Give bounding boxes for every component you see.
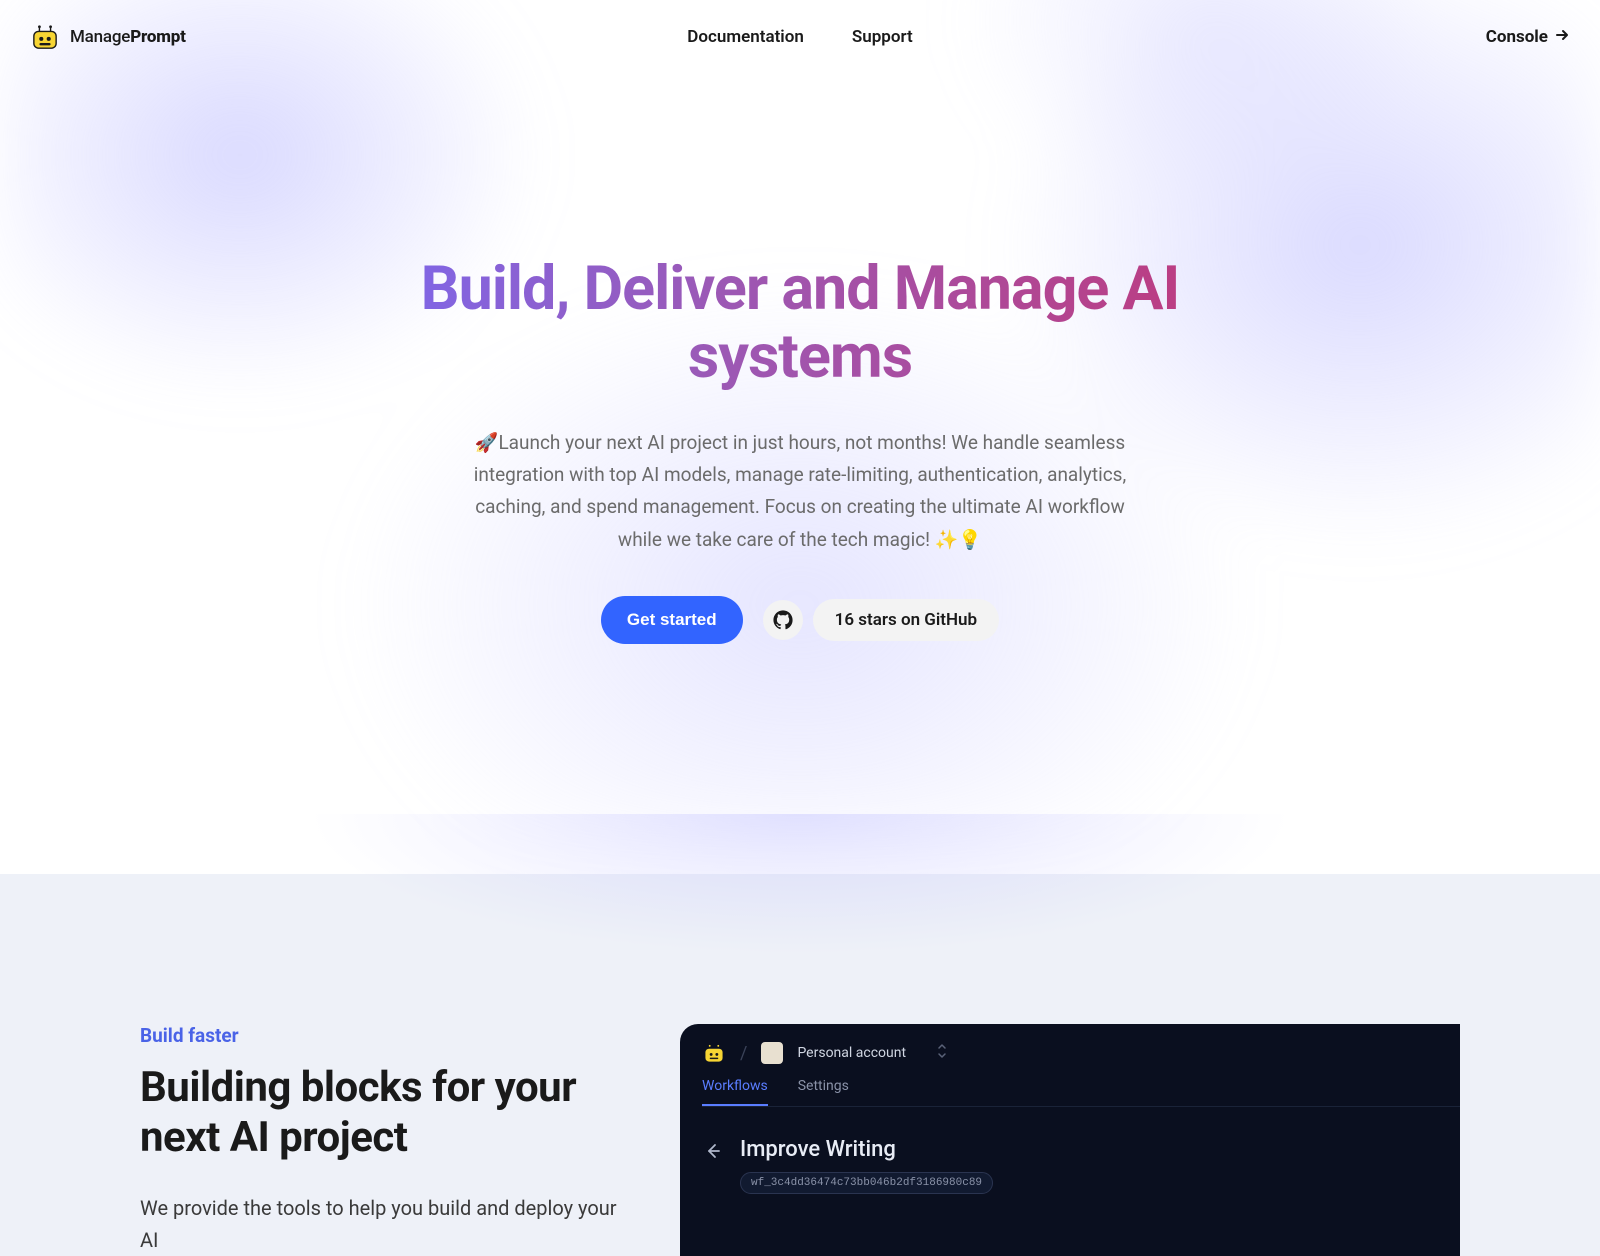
workflow-title: Improve Writing [740,1137,993,1162]
avatar [761,1042,783,1064]
account-name[interactable]: Personal account [797,1045,906,1061]
console-label: Console [1486,27,1548,47]
app-preview: / Personal account Workflows Settings [680,1024,1460,1256]
nav-support[interactable]: Support [852,27,913,47]
arrow-right-icon [1554,27,1570,48]
back-arrow-icon[interactable] [702,1141,722,1167]
cta-row: Get started 16 stars on GitHub [0,596,1600,644]
nav-documentation[interactable]: Documentation [687,27,804,47]
tab-workflows[interactable]: Workflows [702,1078,768,1106]
features-section: Build faster Building blocks for your ne… [0,874,1600,1256]
app-tabs: Workflows Settings [702,1078,1460,1106]
workflow-id-pill[interactable]: wf_3c4dd36474c73bb046b2df3186980c89 [740,1172,993,1194]
hero-headline: Build, Deliver and Manage AI systems [350,254,1250,391]
app-body: Improve Writing wf_3c4dd36474c73bb046b2d… [702,1107,1460,1194]
logo-text: ManagePrompt [70,27,186,47]
github-stars-pill: 16 stars on GitHub [813,599,999,641]
features-heading: Building blocks for your next AI project [140,1063,620,1164]
github-icon [763,600,803,640]
features-body: We provide the tools to help you build a… [140,1192,620,1256]
logo-link[interactable]: ManagePrompt [30,24,186,50]
get-started-button[interactable]: Get started [601,596,743,644]
hero-subtext: 🚀Launch your next AI project in just hou… [470,427,1130,556]
robot-logo-icon [30,24,60,50]
tab-settings[interactable]: Settings [798,1078,849,1106]
chevron-updown-icon[interactable] [936,1043,948,1063]
robot-logo-icon [702,1043,726,1063]
features-copy: Build faster Building blocks for your ne… [140,1024,620,1256]
console-link[interactable]: Console [1486,27,1570,48]
main-nav: Documentation Support [687,27,912,47]
app-topbar: / Personal account [702,1042,1460,1078]
github-stars-group[interactable]: 16 stars on GitHub [763,599,999,641]
site-header: ManagePrompt Documentation Support Conso… [0,0,1600,74]
features-eyebrow: Build faster [140,1024,620,1047]
breadcrumb-separator: / [740,1043,747,1064]
hero-section: Build, Deliver and Manage AI systems 🚀La… [0,74,1600,874]
